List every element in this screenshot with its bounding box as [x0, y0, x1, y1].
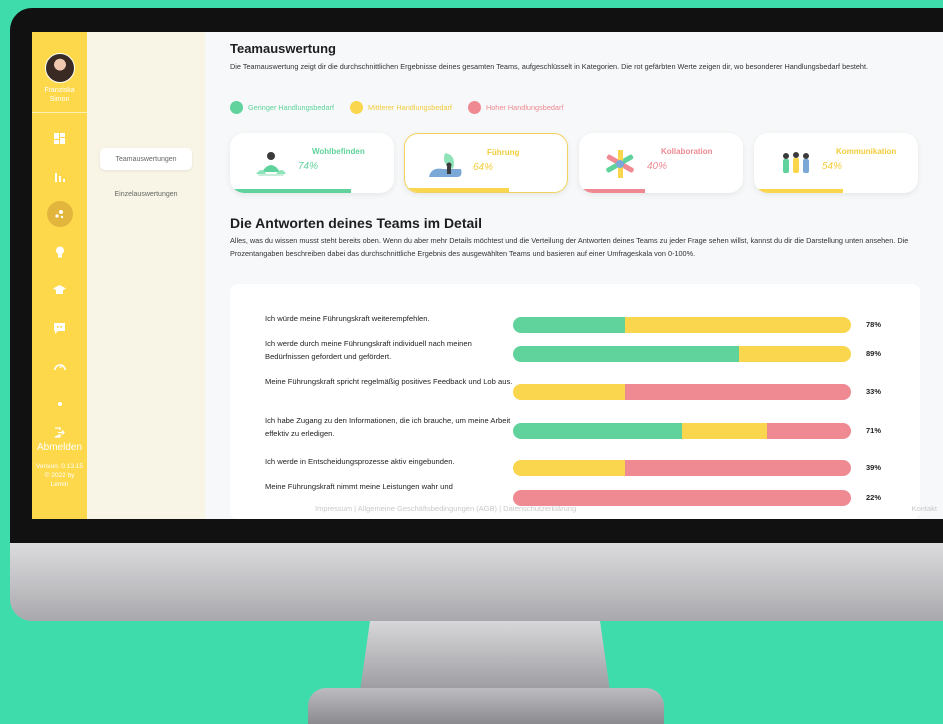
bar-segment-yellow — [513, 460, 625, 476]
page-description: Die Teamauswertung zeigt dir die durchsc… — [230, 62, 869, 71]
detail-title: Die Antworten deines Teams im Detail — [230, 215, 483, 231]
bar-segment-red — [624, 384, 851, 400]
bulb-icon[interactable] — [47, 239, 73, 265]
category-bar — [230, 189, 352, 193]
question-text: Ich würde meine Führungskraft weiterempf… — [265, 314, 430, 323]
category-cards: Wohlbefinden 74% Führung 64% Kollaborati… — [230, 133, 920, 193]
logout-label: Abmelden — [36, 442, 83, 453]
question-text: Ich werde in Entscheidungsprozesse aktiv… — [265, 457, 455, 466]
secondary-nav: Teamauswertungen Einzelauswertungen — [87, 32, 205, 519]
answer-distribution-bar — [513, 460, 851, 476]
bar-segment-green — [513, 317, 625, 333]
category-card-kommunikation[interactable]: Kommunikation 54% — [754, 133, 918, 193]
user-name: Franziska Simon — [44, 87, 75, 103]
question-percent: 22% — [866, 493, 882, 502]
bar-segment-yellow — [513, 384, 625, 400]
legend-item-medium: Mittlerer Handlungsbedarf — [350, 101, 452, 114]
questions-panel[interactable]: Ich würde meine Führungskraft weiterempf… — [230, 284, 920, 519]
graduation-icon[interactable] — [47, 277, 73, 303]
network-icon[interactable] — [46, 201, 73, 227]
meditation-illustration — [256, 152, 286, 176]
chart-icon[interactable] — [47, 163, 73, 189]
chat-icon[interactable] — [47, 315, 73, 341]
bar-segment-yellow — [682, 423, 767, 439]
category-bar — [754, 189, 843, 193]
nav-item-teamauswertungen[interactable]: Teamauswertungen — [100, 148, 192, 170]
question-text: Ich habe Zugang zu den Informationen, di… — [265, 416, 511, 438]
bar-segment-yellow — [624, 317, 851, 333]
main-content: Teamauswertung Die Teamauswertung zeigt … — [205, 32, 943, 519]
question-percent: 78% — [866, 320, 882, 329]
collaboration-illustration — [606, 150, 634, 178]
dot-icon — [47, 391, 73, 417]
main-sidebar: Franziska Simon Abmelden Version: 0.13.1… — [32, 32, 87, 519]
contact-link[interactable]: Kontakt — [912, 504, 937, 513]
dashboard-icon[interactable] — [47, 125, 73, 151]
bar-segment-red — [624, 460, 851, 476]
legend: Geringer Handlungsbedarf Mittlerer Handl… — [230, 101, 579, 114]
legend-item-high: Hoher Handlungsbedarf — [467, 101, 563, 114]
question-percent: 33% — [866, 387, 882, 396]
question-percent: 89% — [866, 349, 882, 358]
avatar[interactable] — [44, 53, 75, 83]
legend-item-low: Geringer Handlungsbedarf — [230, 101, 334, 114]
answer-distribution-bar — [513, 317, 851, 333]
legend-dot — [230, 101, 243, 114]
monitor-chin — [10, 543, 943, 621]
category-card-kollaboration[interactable]: Kollaboration 40% — [579, 133, 743, 193]
sidebar-divider — [32, 112, 87, 113]
question-text: Meine Führungskraft spricht regelmäßig p… — [265, 377, 513, 386]
question-text: Ich werde durch meine Führungskraft indi… — [265, 339, 472, 361]
question-percent: 71% — [866, 426, 882, 435]
answer-distribution-bar — [513, 346, 851, 362]
speedometer-icon[interactable] — [47, 353, 73, 379]
category-bar — [405, 188, 509, 192]
footer: Impressum | Allgemeine Geschäftsbedingun… — [205, 504, 943, 519]
answer-distribution-bar — [513, 423, 851, 439]
question-percent: 39% — [866, 463, 882, 472]
logout-icon — [54, 427, 65, 438]
page-title: Teamauswertung — [230, 41, 336, 56]
monitor-stand — [360, 621, 610, 691]
nav-item-einzelauswertungen[interactable]: Einzelauswertungen — [100, 183, 192, 205]
question-text: Meine Führungskraft nimmt meine Leistung… — [265, 482, 453, 491]
monitor-foot — [308, 688, 664, 724]
legend-dot — [350, 101, 363, 114]
communication-illustration — [783, 152, 809, 173]
category-card-wohlbefinden[interactable]: Wohlbefinden 74% — [230, 133, 394, 193]
logout-button[interactable]: Abmelden — [37, 427, 82, 454]
bar-segment-red — [766, 423, 851, 439]
bar-segment-green — [513, 423, 682, 439]
bar-segment-yellow — [739, 346, 851, 362]
footer-links[interactable]: Impressum | Allgemeine Geschäftsbedingun… — [315, 504, 576, 513]
answer-distribution-bar — [513, 384, 851, 400]
category-bar — [579, 189, 645, 193]
legend-dot — [467, 101, 481, 114]
leadership-illustration — [429, 153, 462, 177]
bar-segment-green — [513, 346, 740, 362]
app-screen: Franziska Simon Abmelden Version: 0.13.1… — [32, 32, 943, 519]
version-info: Version: 0.13.15 © 2022 by Lemin — [36, 463, 83, 488]
category-card-fuehrung[interactable]: Führung 64% — [404, 133, 568, 193]
detail-description: Alles, was du wissen musst steht bereits… — [230, 236, 909, 258]
